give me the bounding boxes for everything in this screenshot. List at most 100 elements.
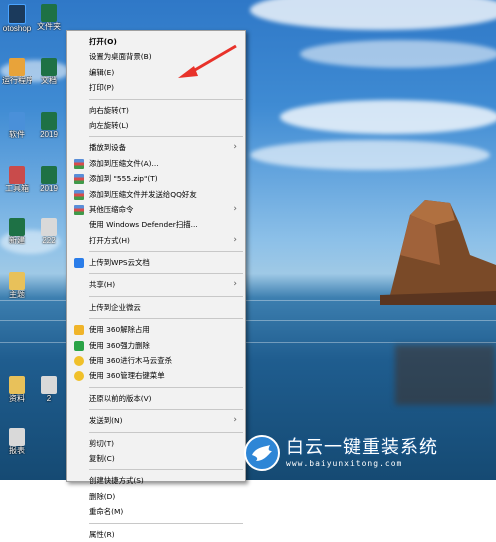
menu-separator <box>89 469 243 471</box>
desktop-icon[interactable]: otoshop <box>2 4 32 33</box>
menu-item-label: 剪切(T) <box>89 438 115 448</box>
desktop-icon[interactable]: 主题 <box>2 272 32 299</box>
menu-item-label: 设置为桌面背景(B) <box>89 52 152 62</box>
menu-separator <box>89 431 243 433</box>
desktop-icon[interactable]: 报表 <box>2 428 32 455</box>
excel-icon <box>9 218 25 236</box>
watermark-url: www.baiyunxitong.com <box>286 459 403 468</box>
desktop-icon[interactable]: 文档 <box>34 58 64 85</box>
menu-item[interactable]: 向左旋转(L) <box>67 118 245 133</box>
menu-item-label: 上传到企业微云 <box>89 302 141 312</box>
desktop-icon[interactable]: 222 <box>34 218 64 245</box>
menu-item[interactable]: 使用 360解除占用 <box>67 322 245 337</box>
desktop-icon-label: 资料 <box>9 394 25 403</box>
app-icon <box>9 112 25 130</box>
annotation-arrow <box>178 44 237 78</box>
document-icon <box>41 376 57 394</box>
desktop-icon[interactable]: 运行程序 <box>2 58 32 85</box>
menu-item[interactable]: 复制(C) <box>67 451 245 466</box>
menu-item-label: 向左旋转(L) <box>89 120 129 130</box>
desktop-icon-label: 主题 <box>9 290 25 299</box>
menu-item[interactable]: 剪切(T) <box>67 436 245 451</box>
desktop-icon[interactable]: 文件夹 <box>34 4 64 31</box>
menu-item-label: 还原以前的版本(V) <box>89 393 152 403</box>
menu-item-label: 复制(C) <box>89 453 115 463</box>
folder-icon <box>9 376 25 394</box>
desktop-icon-label: 工具箱 <box>5 184 29 193</box>
menu-item-label: 发送到(N) <box>89 416 123 426</box>
desktop-icon[interactable]: 2019 <box>34 166 64 193</box>
menu-item-label: 打印(P) <box>89 83 115 93</box>
chevron-right-icon: › <box>233 234 237 245</box>
desktop-icon[interactable]: 软件 <box>2 112 32 139</box>
menu-item-label: 编辑(E) <box>89 67 115 77</box>
menu-item-label: 打开方式(H) <box>89 235 130 245</box>
menu-item-label: 其他压缩命令 <box>89 204 134 214</box>
chevron-right-icon: › <box>233 415 237 426</box>
app-icon <box>9 58 25 76</box>
wps-cloud-icon <box>74 258 84 269</box>
menu-item[interactable]: 使用 360进行木马云查杀 <box>67 353 245 368</box>
winrar-icon <box>74 189 84 200</box>
app-icon <box>9 166 25 184</box>
document-icon <box>41 218 57 236</box>
menu-separator <box>89 136 243 138</box>
menu-item[interactable]: 共享(H) › <box>67 277 245 292</box>
menu-separator <box>89 409 243 411</box>
menu-item[interactable]: 添加到压缩文件(A)... <box>67 156 245 171</box>
watermark-title: 白云一键重装系统 <box>286 437 438 458</box>
menu-item-label: 删除(D) <box>89 491 116 501</box>
menu-item[interactable]: 打开方式(H) › <box>67 233 245 248</box>
document-icon <box>9 428 25 446</box>
360-manage-icon <box>74 371 84 382</box>
desktop-icon[interactable]: 2 <box>34 376 64 403</box>
menu-item-label: 添加到压缩文件并发送给QQ好友 <box>89 189 197 199</box>
context-menu: 打开(O) 设置为桌面背景(B) 编辑(E) 打印(P) 向右旋转(T) 向左旋转(L) 播… <box>66 30 246 539</box>
menu-item-label: 播放到设备 <box>89 143 126 153</box>
menu-item[interactable]: 播放到设备 › <box>67 140 245 155</box>
desktop-icon-label: 2 <box>46 394 52 403</box>
menu-item-label: 创建快捷方式(S) <box>89 476 144 486</box>
winrar-icon <box>74 174 84 185</box>
cloud <box>300 40 496 68</box>
menu-item[interactable]: 属性(R) <box>67 527 245 542</box>
menu-item[interactable]: 上传到企业微云 <box>67 300 245 315</box>
360-unlock-icon <box>74 325 84 336</box>
excel-icon <box>41 58 57 76</box>
menu-item[interactable]: 发送到(N) › <box>67 413 245 428</box>
menu-item[interactable]: 创建快捷方式(S) <box>67 473 245 488</box>
menu-item[interactable]: 还原以前的版本(V) <box>67 391 245 406</box>
photoshop-icon <box>8 4 26 24</box>
menu-separator <box>89 318 243 320</box>
desktop-icon-label: otoshop <box>2 24 32 33</box>
menu-item[interactable]: 其他压缩命令 › <box>67 202 245 217</box>
menu-separator <box>89 295 243 297</box>
menu-item[interactable]: 向右旋转(T) <box>67 103 245 118</box>
desktop-icon[interactable]: 2019 <box>34 112 64 139</box>
menu-item[interactable]: 使用 360强力删除 <box>67 338 245 353</box>
menu-item[interactable]: 删除(D) <box>67 489 245 504</box>
cloud <box>280 100 496 134</box>
menu-item-label: 使用 360进行木马云查杀 <box>89 356 172 366</box>
desktop-icon[interactable]: 工具箱 <box>2 166 32 193</box>
menu-item[interactable]: 上传到WPS云文档 <box>67 255 245 270</box>
menu-item[interactable]: 打印(P) <box>67 80 245 95</box>
menu-item[interactable]: 添加到压缩文件并发送给QQ好友 <box>67 187 245 202</box>
menu-item[interactable]: 使用 Windows Defender扫描... <box>67 217 245 232</box>
menu-item-label: 使用 360强力删除 <box>89 340 150 350</box>
360-scan-icon <box>74 356 84 367</box>
desktop-icon-label: 报表 <box>9 446 25 455</box>
desktop-icon[interactable]: 资料 <box>2 376 32 403</box>
desktop-icon[interactable]: 新建 <box>2 218 32 245</box>
desktop-icon-label: 运行程序 <box>2 76 32 85</box>
excel-icon <box>41 112 57 130</box>
desktop-icon-label: 新建 <box>9 236 25 245</box>
menu-item[interactable]: 使用 360管理右键菜单 <box>67 368 245 383</box>
menu-item-label: 添加到压缩文件(A)... <box>89 158 159 168</box>
cloud <box>250 140 490 170</box>
menu-item-label: 使用 Windows Defender扫描... <box>89 220 198 230</box>
menu-item[interactable]: 重命名(M) <box>67 504 245 519</box>
menu-item-label: 属性(R) <box>89 529 115 539</box>
menu-item[interactable]: 添加到 "555.zip"(T) <box>67 171 245 186</box>
excel-icon <box>41 4 57 22</box>
